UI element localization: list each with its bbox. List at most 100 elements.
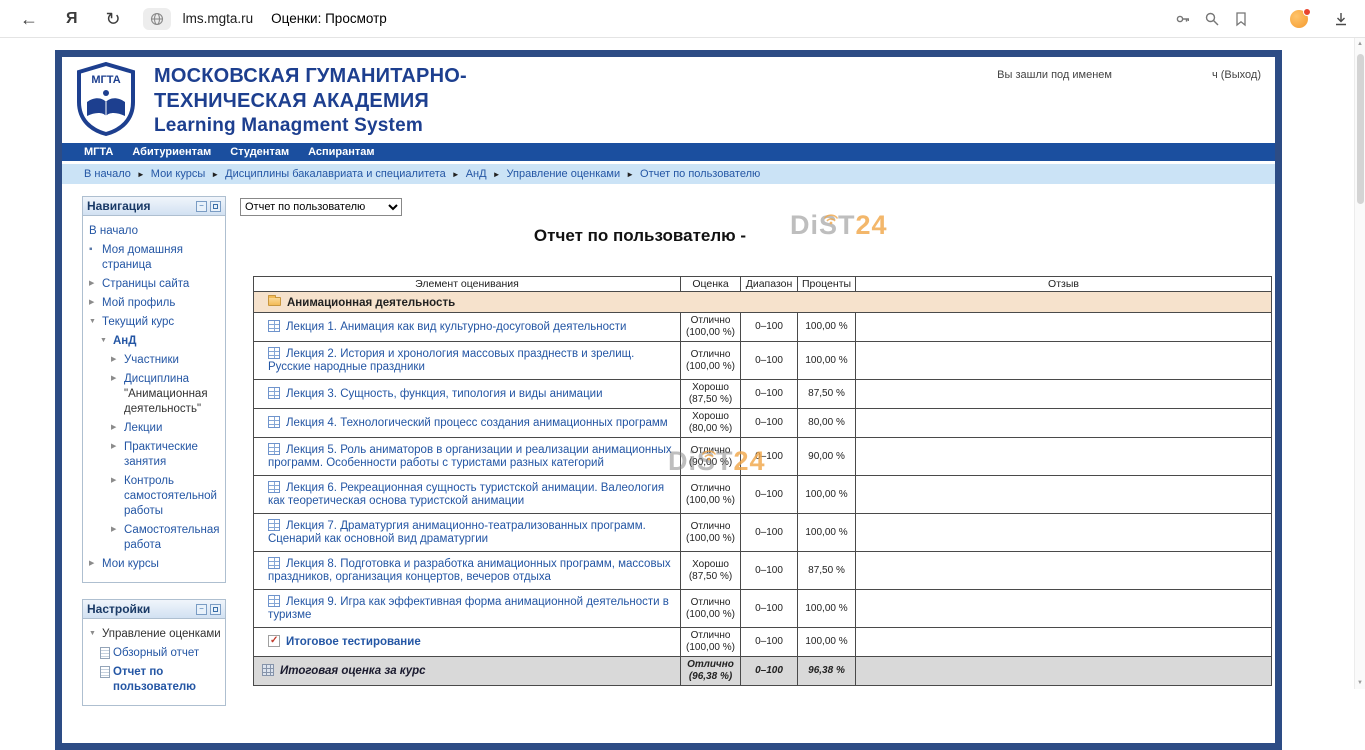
breadcrumb-separator-icon: ►	[211, 170, 219, 179]
grade-percent-cell: 100,00 %	[798, 476, 856, 514]
arrow-right-icon[interactable]	[111, 372, 124, 386]
feedback-cell	[856, 342, 1272, 380]
nav-link[interactable]: Студентам	[230, 146, 289, 158]
sidebar-item-label[interactable]: Лекции	[124, 422, 162, 434]
sidebar-item-label[interactable]: АнД	[113, 335, 136, 347]
back-icon[interactable]: ←	[20, 10, 38, 28]
sidebar-item-label[interactable]: Участники	[124, 354, 179, 366]
sidebar-item-label[interactable]: Дисциплина	[124, 373, 189, 385]
notification-badge	[1303, 8, 1311, 16]
table-row: Итоговое тестированиеОтлично (100,00 %)0…	[254, 628, 1272, 657]
navigation-block-header: Навигация −	[83, 197, 225, 216]
grade-percent-cell: 87,50 %	[798, 380, 856, 409]
password-key-icon[interactable]	[1175, 11, 1191, 27]
nav-link[interactable]: Аспирантам	[308, 146, 374, 158]
grade-item-link[interactable]: Лекция 5. Роль аниматоров в организации …	[268, 444, 672, 469]
table-row: Лекция 6. Рекреационная сущность туристс…	[254, 476, 1272, 514]
table-row: Лекция 5. Роль аниматоров в организации …	[254, 438, 1272, 476]
grade-percent-cell: 100,00 %	[798, 628, 856, 657]
grade-item-link[interactable]: Лекция 4. Технологический процесс создан…	[286, 417, 668, 429]
arrow-right-icon[interactable]	[89, 557, 102, 571]
sidebar-item: Практические занятия	[87, 438, 222, 472]
scroll-up-icon[interactable]: ▲	[1355, 41, 1365, 47]
page-title: Отчет по пользователю -	[240, 226, 1040, 246]
arrow-right-icon[interactable]	[111, 440, 124, 454]
hide-block-icon[interactable]: −	[196, 201, 207, 212]
course-total-row: Итоговая оценка за курсОтлично (96,38 %)…	[254, 657, 1272, 686]
scrollbar-thumb[interactable]	[1357, 54, 1364, 204]
grade-item-link[interactable]: Лекция 1. Анимация как вид культурно-дос…	[286, 321, 626, 333]
category-row: Анимационная деятельность	[254, 292, 1272, 313]
download-icon[interactable]	[1333, 11, 1349, 27]
grade-item-link[interactable]: Лекция 6. Рекреационная сущность туристс…	[268, 482, 664, 507]
breadcrumb-link[interactable]: Мои курсы	[151, 168, 205, 180]
arrow-down-icon[interactable]	[100, 334, 113, 348]
arrow-right-icon[interactable]	[89, 277, 102, 291]
grade-item-cell: Лекция 3. Сущность, функция, типология и…	[254, 380, 681, 409]
reload-icon[interactable]: ↻	[106, 10, 121, 28]
sidebar-item-label[interactable]: Самостоятельная работа	[124, 524, 219, 551]
arrow-right-icon[interactable]	[111, 353, 124, 367]
grade-item-link[interactable]: Лекция 9. Игра как эффективная форма ани…	[268, 596, 669, 621]
sidebar-item: Мой профиль	[87, 294, 222, 313]
breadcrumb-link[interactable]: АнД	[466, 168, 487, 180]
scroll-down-icon[interactable]: ▼	[1355, 680, 1365, 686]
hide-block-icon[interactable]: −	[196, 604, 207, 615]
sidebar-item-label[interactable]: Мой профиль	[102, 297, 175, 309]
dock-glyph	[213, 204, 218, 209]
grade-item-link[interactable]: Лекция 8. Подготовка и разработка анимац…	[268, 558, 671, 583]
breadcrumb-link[interactable]: Отчет по пользователю	[640, 168, 760, 180]
sidebar-item: Дисциплина "Анимационная деятельность"	[87, 370, 222, 419]
arrow-down-icon[interactable]	[89, 627, 102, 641]
grade-item-link[interactable]: Лекция 3. Сущность, функция, типология и…	[286, 388, 603, 400]
site-favicon[interactable]	[143, 8, 171, 30]
grade-item-cell: Лекция 5. Роль аниматоров в организации …	[254, 438, 681, 476]
sidebar-item-label[interactable]: Контроль самостоятельной работы	[124, 475, 217, 517]
sidebar: Навигация − В начало Моя домашняя страниц…	[82, 196, 226, 722]
sidebar-item-label[interactable]: Обзорный отчет	[113, 647, 199, 659]
grade-value-cell: Хорошо (80,00 %)	[681, 409, 741, 438]
arrow-right-icon[interactable]	[111, 474, 124, 488]
sidebar-item-label[interactable]: В начало	[89, 225, 138, 237]
report-type-select[interactable]: Отчет по пользователю	[240, 198, 402, 216]
breadcrumb-link[interactable]: Дисциплины бакалавриата и специалитета	[225, 168, 446, 180]
page-scrollbar[interactable]: ▲ ▼	[1354, 38, 1365, 689]
dock-block-icon[interactable]	[210, 201, 221, 212]
arrow-right-icon[interactable]	[111, 523, 124, 537]
yandex-browser-icon[interactable]: Я	[66, 10, 78, 28]
search-icon[interactable]	[1204, 11, 1220, 27]
breadcrumb-link[interactable]: В начало	[84, 168, 131, 180]
grade-range-cell: 0–100	[741, 409, 798, 438]
sidebar-item-label[interactable]: Текущий курс	[102, 316, 174, 328]
arrow-down-icon[interactable]	[89, 315, 102, 329]
grade-percent-cell: 96,38 %	[798, 657, 856, 686]
grade-item-link[interactable]: Лекция 7. Драматургия анимационно-театра…	[268, 520, 646, 545]
grade-item-link[interactable]: Итоговое тестирование	[286, 636, 421, 648]
sidebar-item-label[interactable]: Страницы сайта	[102, 278, 189, 290]
login-info: Вы зашли под именемч (Выход)	[997, 69, 1261, 81]
nav-link[interactable]: Абитуриентам	[132, 146, 211, 158]
bookmark-flag-icon[interactable]	[1233, 11, 1249, 27]
dock-block-icon[interactable]	[210, 604, 221, 615]
grade-percent-cell: 87,50 %	[798, 552, 856, 590]
logout-link[interactable]: ч (Выход)	[1212, 69, 1261, 81]
sidebar-item-label[interactable]: Моя домашняя страница	[102, 244, 183, 271]
nav-link[interactable]: МГТА	[84, 146, 113, 158]
browser-notification-icon[interactable]	[1290, 10, 1308, 28]
grade-range-cell: 0–100	[741, 438, 798, 476]
sidebar-item: Моя домашняя страница	[87, 241, 222, 275]
main-nav: МГТА Абитуриентам Студентам Аспирантам	[62, 143, 1275, 161]
sidebar-item-label[interactable]: Мои курсы	[102, 558, 159, 570]
column-header: Проценты	[798, 277, 856, 292]
sidebar-item-label[interactable]: Практические занятия	[124, 441, 198, 468]
address-bar-url[interactable]: lms.mgta.ru	[183, 11, 254, 26]
arrow-right-icon[interactable]	[111, 421, 124, 435]
grade-item-link[interactable]: Лекция 2. История и хронология массовых …	[268, 348, 634, 373]
grade-value-cell: Хорошо (87,50 %)	[681, 380, 741, 409]
table-row: Лекция 2. История и хронология массовых …	[254, 342, 1272, 380]
grade-value-cell: Хорошо (87,50 %)	[681, 552, 741, 590]
sidebar-item: Отчет по пользователю	[87, 663, 222, 697]
grade-value-cell: Отлично (100,00 %)	[681, 628, 741, 657]
breadcrumb-link[interactable]: Управление оценками	[507, 168, 621, 180]
arrow-right-icon[interactable]	[89, 296, 102, 310]
